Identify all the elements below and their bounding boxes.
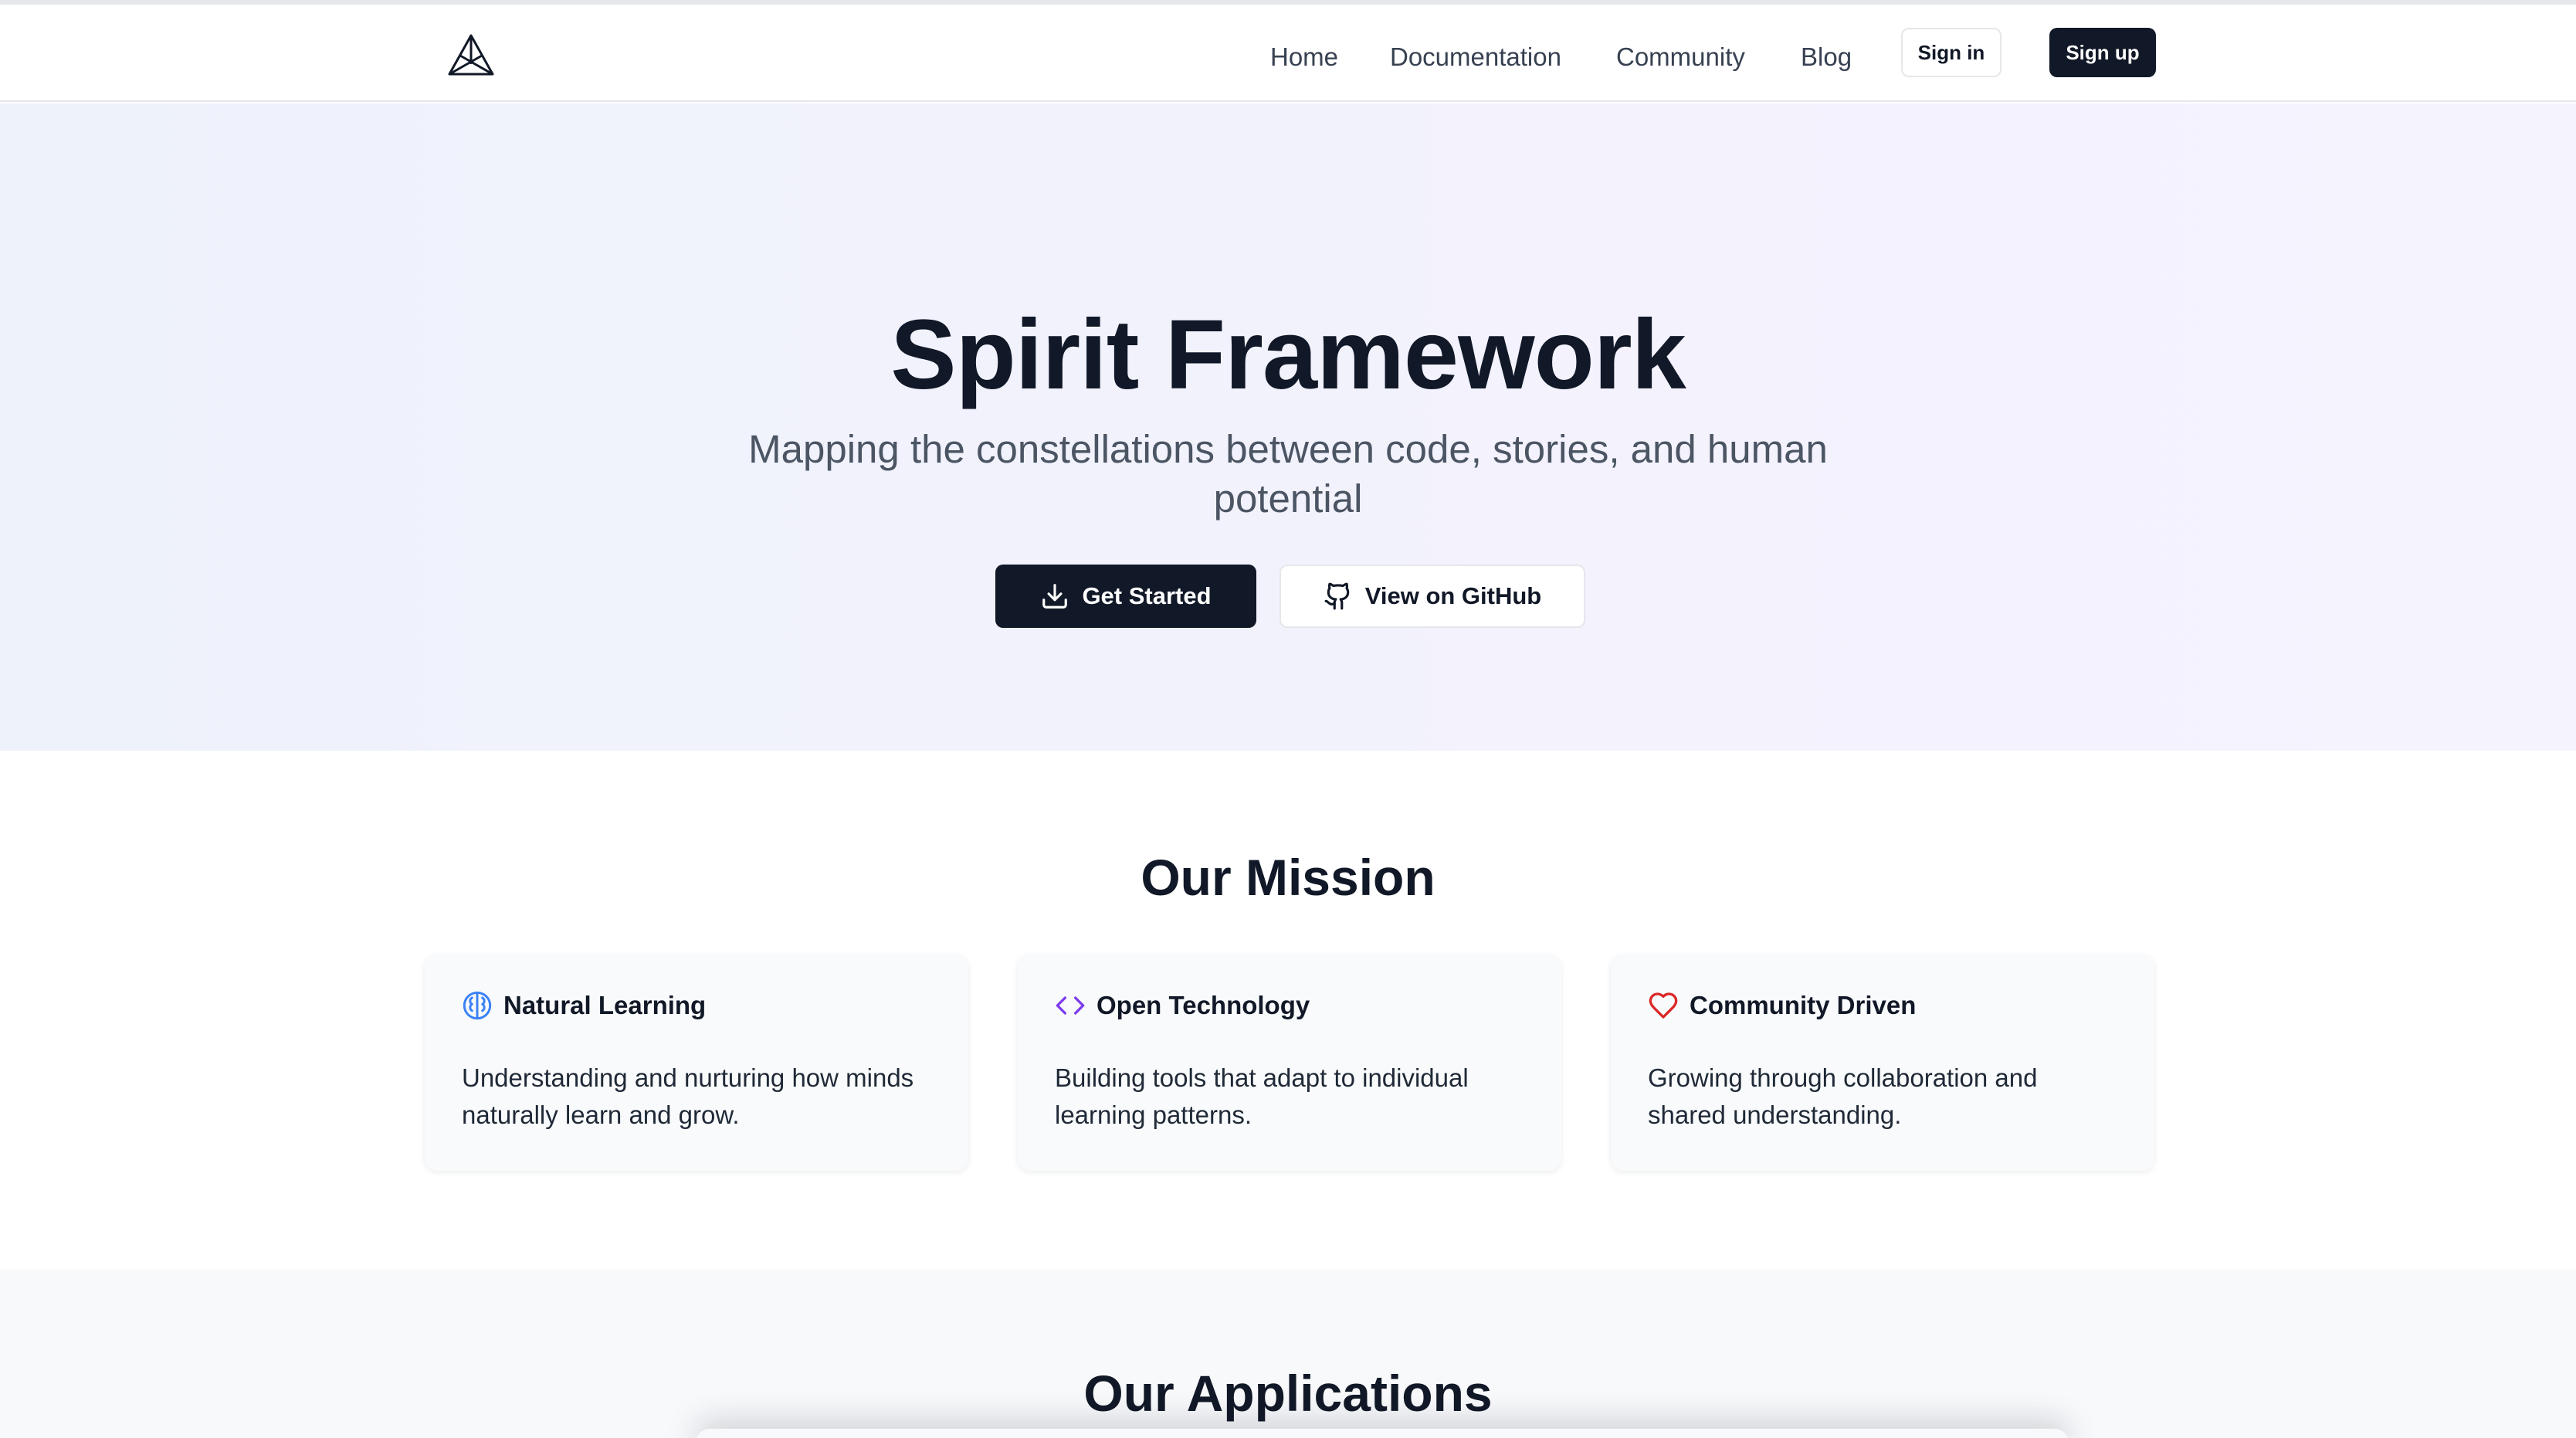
applications-section: Our Applications [0,1270,2576,1438]
get-started-button[interactable]: Get Started [995,565,1256,628]
code-icon [1055,990,1086,1021]
get-started-label: Get Started [1082,582,1212,609]
spirit-logo-icon[interactable] [445,32,497,79]
card-header: Natural Learning [462,990,706,1021]
card-description: Growing through collaboration and shared… [1648,1063,2038,1129]
brain-icon [462,990,493,1021]
heart-icon [1648,990,1679,1021]
card-description: Understanding and nurturing how minds na… [462,1063,914,1129]
applications-panel-edge [695,1429,2069,1438]
download-icon [1040,582,1069,611]
card-title: Open Technology [1096,991,1310,1019]
site-header: Home Documentation Community Blog Sign i… [0,5,2576,102]
view-on-github-button[interactable]: View on GitHub [1280,565,1585,628]
mission-card-community-driven: Community Driven Growing through collabo… [1611,955,2154,1171]
mission-section: Our Mission Natural Learning Understandi… [0,751,2576,1270]
hero-section: Spirit Framework Mapping the constellati… [0,103,2576,751]
nav-blog[interactable]: Blog [1801,36,1852,79]
sign-up-button[interactable]: Sign up [2049,28,2156,77]
view-on-github-label: View on GitHub [1364,582,1542,609]
card-description: Building tools that adapt to individual … [1055,1063,1469,1129]
github-icon [1324,582,1353,611]
hero-subtitle: Mapping the constellations between code,… [748,427,1828,521]
mission-card-natural-learning: Natural Learning Understanding and nurtu… [425,955,968,1171]
card-title: Natural Learning [503,991,707,1019]
nav-documentation[interactable]: Documentation [1390,36,1561,79]
applications-title: Our Applications [1083,1365,1493,1422]
mission-card-open-technology: Open Technology Building tools that adap… [1018,955,1561,1171]
hero-title: Spirit Framework [890,300,1686,410]
card-header: Community Driven [1648,990,1916,1021]
sign-in-button[interactable]: Sign in [1901,28,2001,77]
page: Home Documentation Community Blog Sign i… [0,0,2576,1438]
nav-home[interactable]: Home [1270,36,1338,79]
card-title: Community Driven [1690,991,1917,1019]
mission-title: Our Mission [1141,849,1435,906]
card-header: Open Technology [1055,990,1310,1021]
nav-community[interactable]: Community [1616,36,1745,79]
